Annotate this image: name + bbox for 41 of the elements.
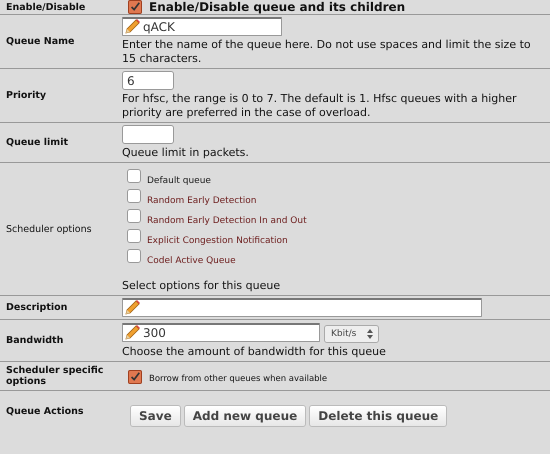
help-text: Select options for this queue (122, 278, 282, 293)
checkbox-label: Enable/Disable queue and its children (149, 0, 406, 14)
field-label: Queue Actions (6, 406, 84, 416)
help-text: Enter the name of the queue here. Do not use spaces and limit the size to 15 characters. (122, 37, 532, 66)
input-field[interactable]: 300 (122, 323, 320, 342)
option-label[interactable]: Random Early Detection (147, 196, 256, 207)
help-text: Queue limit in packets. (122, 145, 250, 160)
spinner-icon (366, 328, 374, 340)
input-field[interactable] (122, 125, 174, 144)
input-field[interactable]: 6 (122, 71, 174, 90)
field-label: Bandwidth (6, 335, 64, 346)
action-button[interactable]: Delete this queue (309, 405, 448, 427)
action-button[interactable]: Add new queue (184, 405, 306, 427)
field-label: Scheduler specific options (6, 365, 104, 387)
option-label[interactable]: Random Early Detection In and Out (147, 216, 307, 227)
pencil-icon (123, 299, 141, 317)
option-label[interactable]: Codel Active Queue (147, 256, 236, 267)
pencil-icon (123, 18, 141, 36)
checkbox[interactable] (127, 189, 141, 203)
input-field[interactable] (122, 298, 482, 317)
field-label: Description (6, 302, 68, 313)
checkbox[interactable] (128, 0, 142, 14)
checkbox-label: Borrow from other queues when available (149, 373, 328, 384)
option-label[interactable]: Default queue (147, 176, 211, 187)
checkbox[interactable] (127, 229, 141, 243)
checkbox[interactable] (127, 249, 141, 263)
unit-select[interactable]: Kbit/s (324, 325, 380, 343)
action-button[interactable]: Save (130, 405, 181, 427)
option-label[interactable]: Explicit Congestion Notification (147, 236, 288, 247)
help-text: Choose the amount of bandwidth for this queue (122, 344, 387, 359)
help-text: For hfsc, the range is 0 to 7. The default is 1. Hfsc queues with a higher priority are preferred in the case of overload. (122, 91, 518, 120)
field-label: Queue limit (6, 137, 68, 148)
checkbox[interactable] (127, 169, 141, 183)
field-label: Priority (6, 90, 46, 101)
field-label: Queue Name (6, 36, 74, 47)
field-label: Scheduler options (6, 224, 92, 234)
checkbox[interactable] (127, 209, 141, 223)
checkbox[interactable] (128, 370, 142, 384)
input-field[interactable]: qACK (122, 17, 282, 36)
pencil-icon (123, 324, 141, 342)
field-label: Enable/Disable (6, 2, 86, 13)
